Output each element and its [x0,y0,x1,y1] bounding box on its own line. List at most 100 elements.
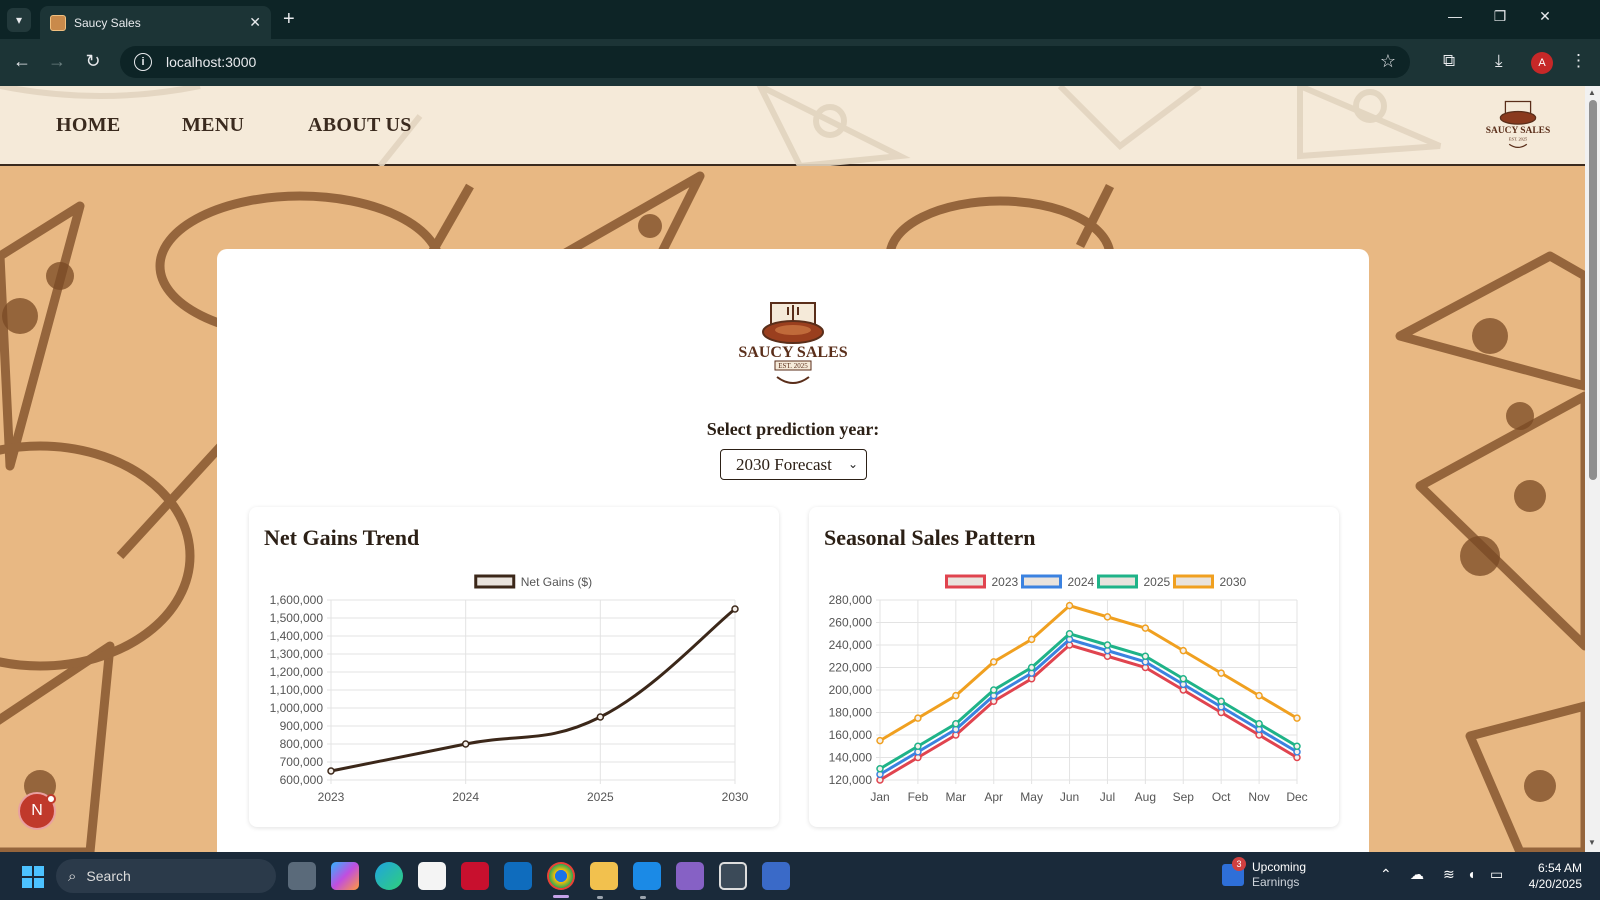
data-point [461,740,470,748]
y-tick-label: 800,000 [280,737,324,751]
browser-toolbar: ← → ↻ i localhost:3000 ☆ ⧉ ⤓ ⋮ [0,39,1600,86]
scroll-down-icon[interactable]: ▼ [1588,838,1596,847]
data-point [914,714,922,722]
close-tab-icon[interactable]: ✕ [249,14,261,31]
data-point [327,767,335,775]
clock-time: 6:54 AM [1537,861,1582,875]
new-tab-button[interactable]: + [283,9,295,29]
tab-title: Saucy Sales [74,15,141,30]
taskbar-search-label: Search [86,868,131,884]
y-tick-label: 1,400,000 [270,629,324,643]
y-tick-label: 160,000 [829,728,873,742]
download-icon[interactable]: ⤓ [1495,51,1503,71]
chevron-up-icon[interactable]: ⌃ [1380,866,1392,883]
notification-dot [46,794,56,804]
header-logo[interactable]: SAUCY SALES EST. 2025 [1484,96,1552,156]
copilot-icon[interactable] [331,862,359,890]
back-icon[interactable]: ← [10,51,34,72]
y-tick-label: 240,000 [829,638,873,652]
y-tick-label: 1,300,000 [270,647,324,661]
prediction-year-select[interactable]: 2030 Forecast ⌄ [720,449,867,480]
bookmark-star-icon[interactable]: ☆ [1380,51,1396,72]
outlook-icon[interactable] [504,862,532,890]
mcafee-icon[interactable] [461,862,489,890]
tab-list-button[interactable]: ▾ [7,8,31,32]
site-info-icon[interactable]: i [134,53,152,71]
data-point [1027,663,1036,672]
x-tick-label: Dec [1286,790,1307,804]
browser-tab[interactable]: Saucy Sales ✕ [40,6,271,39]
running-indicator [597,896,603,899]
file-explorer-icon[interactable] [590,862,618,890]
vscode-icon[interactable] [633,862,661,890]
windows-start-icon[interactable] [22,866,44,888]
task-view-icon[interactable] [288,862,316,890]
taskbar-search[interactable]: ⌕ Search [56,859,276,893]
y-tick-label: 1,500,000 [270,611,324,625]
seasonal-sales-chart: 280,000 260,000 240,000 220,000 200,000 180,0… [829,574,1308,804]
nav-about-us[interactable]: ABOUT US [308,114,412,137]
browser-tabstrip: ▾ Saucy Sales ✕ + — ❐ ✕ [0,0,1600,39]
scroll-thumb[interactable] [1589,100,1597,480]
data-point [1293,742,1301,750]
data-point [914,742,922,750]
site-header: HOME MENU ABOUT US SAUCY SALES EST. 2025 [0,86,1585,166]
x-tick-label: 2023 [318,790,345,804]
seasonal-chart-card: Seasonal Sales Pattern 280,000 260,000 240… [809,507,1339,827]
reload-icon[interactable]: ↻ [81,51,105,72]
header-logo-sub: EST. 2025 [1509,136,1528,141]
data-point [989,658,998,666]
nav-menu[interactable]: MENU [182,114,244,137]
windows-taskbar: ⌕ Search Upcoming Earnings 3 ⌃ ☁ ≋ ◖ ▭ 6… [0,852,1600,900]
x-tick-label: Aug [1135,790,1156,804]
nav-home[interactable]: HOME [56,114,121,137]
taskbar-clock[interactable]: 6:54 AM 4/20/2025 [1512,860,1582,892]
y-tick-label: 1,200,000 [270,665,324,679]
saucy-sales-logo: SAUCY SALES EST. 2025 [739,302,847,384]
data-point [1179,675,1188,683]
data-point [1293,714,1301,722]
data-point [1027,635,1036,644]
y-tick-label: 1,000,000 [270,701,324,715]
visual-studio-icon[interactable] [676,862,704,890]
x-tick-label: Oct [1212,790,1231,804]
data-point [1217,669,1225,677]
data-point [989,686,998,694]
series-line [879,632,1298,771]
wifi-icon[interactable]: ≋ [1443,866,1455,883]
store-icon[interactable] [418,862,446,890]
widget-title: Upcoming [1252,860,1307,874]
forward-icon[interactable]: → [45,51,69,72]
remote-desktop-icon[interactable] [762,862,790,890]
restore-button[interactable]: ❐ [1485,8,1515,25]
scroll-up-icon[interactable]: ▲ [1588,88,1596,97]
data-point [952,720,960,728]
logo-sub-text: EST. 2025 [778,362,808,370]
logo-text: SAUCY SALES [739,344,847,361]
minimize-button[interactable]: — [1440,8,1470,24]
clock-date: 4/20/2025 [1528,877,1582,891]
series-line [879,637,1298,776]
legend-label: 2024 [1068,575,1095,589]
address-bar[interactable]: i localhost:3000 ☆ [120,46,1410,78]
extensions-icon[interactable]: ⧉ [1443,51,1455,71]
legend-label: Net Gains ($) [521,575,592,589]
battery-icon[interactable]: ▭ [1490,866,1503,883]
legend-swatch [1021,574,1062,589]
edge-icon[interactable] [375,862,403,890]
legend-label: 2023 [992,575,1019,589]
snipping-tool-icon[interactable] [719,862,747,890]
page-scrollbar[interactable]: ▲ ▼ [1585,86,1600,852]
more-menu-icon[interactable]: ⋮ [1570,51,1587,71]
y-tick-label: 600,000 [280,773,324,787]
x-tick-label: Feb [908,790,929,804]
x-tick-label: 2024 [452,790,479,804]
onedrive-icon[interactable]: ☁ [1410,866,1424,883]
url-text: localhost:3000 [166,54,257,70]
volume-icon[interactable]: ◖ [1467,866,1475,882]
x-tick-label: Mar [945,790,966,804]
close-window-button[interactable]: ✕ [1530,8,1560,25]
chrome-icon[interactable] [547,862,575,898]
x-tick-label: 2025 [587,790,614,804]
profile-avatar[interactable]: A [1531,52,1553,74]
